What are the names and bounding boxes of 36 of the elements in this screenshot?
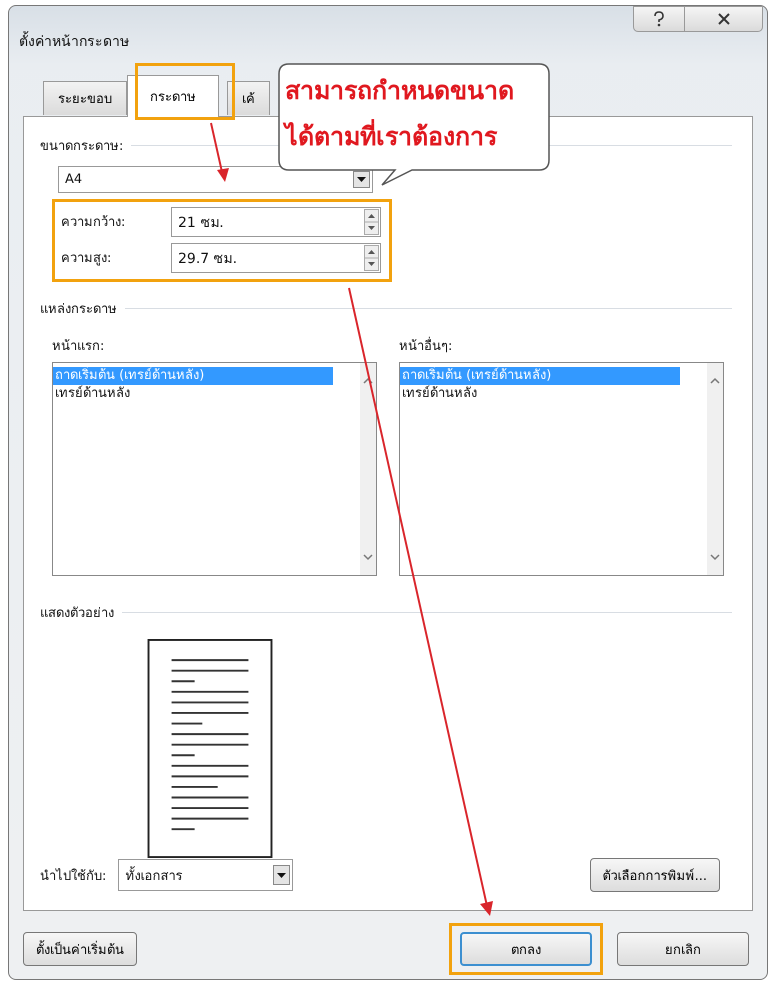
tab[interactable]: เค้: [227, 81, 270, 115]
apply-to-dropdown[interactable]: ทั้งเอกสาร: [118, 859, 294, 891]
scrollbar[interactable]: [707, 362, 723, 575]
spinner-arrows-icon: [364, 244, 379, 271]
section-heading: ขนาดกระดาษ:: [40, 138, 124, 156]
section-heading: แหล่งกระดาษ: [40, 300, 117, 319]
help-button[interactable]: [633, 6, 685, 32]
window-title: ตั้งค่าหน้ากระดาษ: [19, 30, 129, 52]
list-item[interactable]: เทรย์ด้านหลัง: [53, 384, 334, 403]
spin-field[interactable]: 29.7 ซม.: [171, 242, 381, 273]
scrollbar[interactable]: [360, 362, 376, 575]
set-default-button[interactable]: ตั้งเป็นค่าเริ่มต้น: [23, 932, 137, 966]
print-options-button[interactable]: ตัวเลือกการพิมพ์...: [590, 858, 720, 892]
section-heading: แสดงตัวอย่าง: [40, 604, 114, 623]
help-icon: [652, 11, 666, 27]
field-label: ความสูง:: [61, 250, 112, 268]
cancel-button[interactable]: ยกเลิก: [617, 932, 749, 966]
tab[interactable]: ระยะขอบ: [43, 81, 127, 115]
scroll-up-icon: [363, 376, 373, 385]
list-label: หน้าแรก:: [52, 338, 106, 356]
field-label: ความกว้าง:: [61, 214, 126, 232]
scroll-down-icon: [363, 552, 373, 561]
scroll-up-icon: [710, 376, 720, 385]
callout-text: ได้ตามที่เราต้องการ: [285, 117, 514, 157]
scroll-down-icon: [710, 552, 720, 561]
spinner-arrows-icon: [364, 208, 379, 235]
spin-field[interactable]: 21 ซม.: [171, 206, 381, 237]
close-button[interactable]: [685, 6, 763, 32]
close-icon: [716, 13, 730, 25]
arrow: [210, 122, 229, 182]
field-label: นำไปใช้กับ:: [40, 867, 106, 886]
list-item[interactable]: เทรย์ด้านหลัง: [400, 384, 680, 403]
ok-button[interactable]: ตกลง: [460, 932, 592, 966]
callout-text: สามารถกำหนดขนาด: [285, 75, 514, 107]
tab[interactable]: กระดาษ: [127, 75, 219, 117]
list-label: หน้าอื่นๆ:: [399, 336, 454, 356]
